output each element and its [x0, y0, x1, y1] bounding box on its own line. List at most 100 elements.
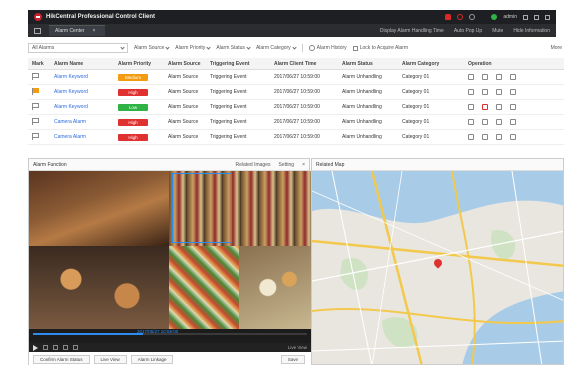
alert-icon[interactable] [457, 14, 464, 20]
play-icon[interactable] [33, 344, 38, 351]
nav-option[interactable]: Display Alarm Handling Time [380, 28, 444, 34]
close-button[interactable] [545, 14, 550, 20]
alarm-history-button[interactable]: Alarm History [308, 45, 347, 51]
slow-icon[interactable] [53, 345, 58, 350]
live-view-button[interactable]: Live View [93, 354, 127, 364]
close-icon[interactable]: × [302, 162, 305, 168]
column-header[interactable]: Alarm Status [338, 61, 398, 67]
settings-icon[interactable] [496, 104, 502, 110]
search-icon[interactable] [468, 119, 474, 125]
edit-icon[interactable] [482, 89, 488, 95]
more-button[interactable]: More [551, 45, 564, 51]
alarm-name-link[interactable]: Camera Alarm [50, 134, 114, 140]
more-icon[interactable] [510, 119, 516, 125]
column-header[interactable]: Alarm Priority [114, 61, 164, 67]
home-icon[interactable] [34, 27, 41, 34]
alarm-status-cell: Alarm Unhandling [342, 104, 382, 110]
nav-option[interactable]: Mute [492, 28, 503, 34]
column-header[interactable]: Alarm Client Time [270, 61, 338, 67]
mark-cell[interactable] [28, 72, 50, 82]
save-button[interactable]: Save [280, 354, 305, 364]
mark-cell[interactable] [28, 132, 50, 142]
person-icon[interactable] [469, 14, 476, 20]
capture-icon[interactable] [73, 345, 78, 350]
mark-cell[interactable] [28, 87, 50, 97]
alarm-source-cell: Alarm Source [168, 134, 199, 140]
tab-alarm-center[interactable]: Alarm Center × [49, 25, 106, 36]
bell-icon[interactable] [445, 14, 452, 20]
filter-alarm-source[interactable]: Alarm Source [134, 44, 170, 51]
playback-timeline[interactable]: 2017/06/27 10:59:00 [29, 329, 311, 343]
more-icon[interactable] [510, 104, 516, 110]
column-header[interactable]: Operation [464, 61, 564, 67]
search-icon[interactable] [468, 104, 474, 110]
edit-icon[interactable] [482, 74, 488, 80]
alarm-name-link[interactable]: Alarm Keyword [50, 89, 114, 95]
related-images-button[interactable]: Related Images [235, 162, 270, 168]
alarm-linkage-button[interactable]: Alarm Linkage [130, 354, 174, 364]
column-header[interactable]: Alarm Category [398, 61, 464, 67]
settings-icon[interactable] [496, 134, 502, 140]
flag-icon[interactable] [32, 132, 39, 140]
status-icon [491, 14, 498, 20]
confirm-status-button[interactable]: Confirm Alarm Status [33, 354, 90, 364]
video-tile[interactable] [29, 246, 169, 329]
search-icon[interactable] [468, 74, 474, 80]
table-row[interactable]: Alarm Keyword High Alarm Source Triggering … [28, 85, 564, 100]
settings-icon[interactable] [496, 119, 502, 125]
stop-icon[interactable] [43, 345, 48, 350]
video-tile[interactable] [29, 171, 169, 246]
video-tile[interactable] [169, 246, 239, 329]
filter-alarm-status[interactable]: Alarm Status [216, 44, 251, 51]
table-row[interactable]: Camera Alarm High Alarm Source Triggering E… [28, 130, 564, 145]
settings-icon[interactable] [496, 89, 502, 95]
priority-badge: Low [118, 103, 148, 111]
video-playback[interactable] [29, 171, 311, 329]
mark-cell[interactable] [28, 117, 50, 127]
column-header[interactable]: Alarm Name [50, 61, 114, 67]
mark-cell[interactable] [28, 102, 50, 112]
priority-badge: High [118, 118, 148, 126]
flag-icon[interactable] [32, 117, 39, 125]
column-header[interactable]: Mark [28, 61, 50, 67]
column-header[interactable]: Triggering Event [206, 61, 270, 67]
more-icon[interactable] [510, 89, 516, 95]
tab-label: Alarm Center [55, 28, 85, 34]
lock-toggle[interactable]: Lock to Acquire Alarm [352, 45, 408, 51]
setting-button[interactable]: Setting [279, 162, 295, 168]
more-icon[interactable] [510, 134, 516, 140]
minimize-button[interactable] [523, 14, 528, 20]
column-header[interactable]: Alarm Source [164, 61, 206, 67]
tab-close-icon[interactable]: × [92, 28, 95, 34]
more-icon[interactable] [510, 74, 516, 80]
map-view[interactable] [312, 170, 563, 364]
flag-icon[interactable] [32, 102, 39, 110]
scope-select[interactable]: All Alarms [28, 43, 128, 53]
edit-icon[interactable] [482, 119, 488, 125]
settings-icon[interactable] [496, 74, 502, 80]
nav-option[interactable]: Auto Pop Up [454, 28, 482, 34]
alarm-name-link[interactable]: Alarm Keyword [50, 74, 114, 80]
alarm-name-link[interactable]: Alarm Keyword [50, 104, 114, 110]
alarm-table: Mark Alarm Name Alarm Priority Alarm Sou… [28, 58, 564, 145]
table-row[interactable]: Alarm Keyword Low Alarm Source Triggering E… [28, 100, 564, 115]
maximize-button[interactable] [534, 14, 539, 20]
fast-icon[interactable] [63, 345, 68, 350]
flag-icon[interactable] [32, 87, 39, 95]
alarm-name-link[interactable]: Camera Alarm [50, 119, 114, 125]
table-row[interactable]: Camera Alarm High Alarm Source Triggering E… [28, 115, 564, 130]
edit-icon[interactable] [482, 104, 488, 110]
search-icon[interactable] [468, 134, 474, 140]
client-time-cell: 2017/06/27 10:59:00 [274, 74, 320, 80]
filter-alarm-priority[interactable]: Alarm Priority [175, 44, 211, 51]
flag-icon[interactable] [32, 72, 39, 80]
filter-alarm-category[interactable]: Alarm Category [256, 44, 297, 51]
edit-icon[interactable] [482, 134, 488, 140]
table-row[interactable]: Alarm Keyword Medium Alarm Source Triggerin… [28, 70, 564, 85]
live-view-link[interactable]: Live View [288, 345, 311, 350]
video-tile[interactable] [239, 246, 311, 329]
search-icon[interactable] [468, 89, 474, 95]
user-name[interactable]: admin [503, 14, 517, 20]
nav-option[interactable]: Hide Information [513, 28, 550, 34]
lock-checkbox[interactable] [352, 45, 358, 51]
